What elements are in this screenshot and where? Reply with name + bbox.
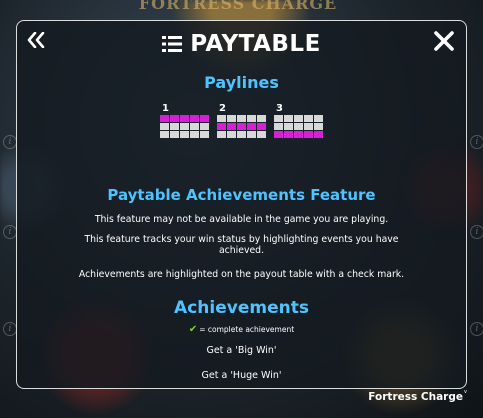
payline-cell-active [200, 115, 209, 122]
payline-number: 3 [276, 103, 283, 114]
payline-cell [190, 131, 199, 138]
payline-cell [314, 115, 323, 122]
payline-cell [180, 123, 189, 130]
close-x-icon [434, 31, 454, 51]
payline-cell [160, 123, 169, 130]
payline-cell [247, 115, 256, 122]
dialog-header: PAYTABLE [17, 31, 466, 57]
achievement-legend: ✔ = complete achievement [17, 324, 466, 335]
feature-availability-text: This feature may not be available in the… [94, 214, 389, 225]
payline-cell-active [237, 123, 246, 130]
background-info-icon: i [470, 135, 483, 149]
payline-grid [217, 115, 266, 138]
payline-cell [237, 131, 246, 138]
payline-cell [257, 131, 266, 138]
payline-cell [227, 115, 236, 122]
feature-highlight-text: Achievements are highlighted on the payo… [78, 269, 405, 280]
payline-1: 1 [160, 104, 209, 138]
payline-cell [284, 123, 293, 130]
payline-cell-active [227, 123, 236, 130]
payline-cell-active [190, 115, 199, 122]
payline-cell-active [304, 131, 313, 138]
payline-cell [304, 115, 313, 122]
payline-cell [170, 131, 179, 138]
background-info-icon: i [470, 225, 483, 239]
payline-cell [180, 131, 189, 138]
background-info-icon: i [470, 322, 483, 336]
version-marker: v [464, 389, 467, 395]
payline-cell [274, 123, 283, 130]
paylines-heading: Paylines [204, 73, 279, 92]
background-info-icon: i [3, 322, 17, 336]
check-mark-icon: ✔ [188, 324, 198, 335]
legend-text: = complete achievement [199, 325, 295, 334]
payline-cell [200, 131, 209, 138]
payline-cell [284, 115, 293, 122]
payline-cell [217, 115, 226, 122]
payline-cell [294, 123, 303, 130]
payline-cell [237, 115, 246, 122]
payline-cell [170, 123, 179, 130]
payline-2: 2 [217, 104, 266, 138]
payline-3: 3 [274, 104, 323, 138]
payline-cell [314, 123, 323, 130]
achievement-item: Get a 'Big Win' [206, 345, 277, 356]
payline-cell [294, 115, 303, 122]
background-game-logo: FORTRESS CHARGE [138, 0, 338, 13]
game-name-label: Fortress Charge [368, 391, 463, 403]
payline-cell-active [170, 115, 179, 122]
payline-cell [160, 131, 169, 138]
achievements-feature-heading: Paytable Achievements Feature [107, 186, 376, 204]
payline-cell-active [294, 131, 303, 138]
payline-cell [227, 131, 236, 138]
payline-cell-active [180, 115, 189, 122]
paytable-content[interactable]: Paylines 1 2 3 Paytable Achievements Featu… [17, 73, 466, 388]
payline-cell-active [257, 123, 266, 130]
payline-cell-active [314, 131, 323, 138]
feature-tracking-text: This feature tracks your win status by h… [84, 234, 399, 256]
paytable-dialog: PAYTABLE Paylines 1 2 3 Paytable Achieveme… [16, 20, 467, 389]
payline-cell-active [160, 115, 169, 122]
payline-number: 2 [219, 103, 226, 114]
payline-cell [274, 115, 283, 122]
payline-cell-active [284, 131, 293, 138]
payline-cell [257, 115, 266, 122]
background-info-icon: i [3, 225, 17, 239]
page-title: PAYTABLE [190, 31, 321, 57]
payline-cell-active [247, 123, 256, 130]
achievements-heading: Achievements [174, 298, 309, 318]
payline-cell-active [217, 123, 226, 130]
payline-cell-active [274, 131, 283, 138]
payline-grid [160, 115, 209, 138]
payline-cell [190, 123, 199, 130]
hamburger-menu-icon [162, 36, 183, 52]
payline-cell [304, 123, 313, 130]
payline-number: 1 [162, 103, 169, 114]
payline-grid [274, 115, 323, 138]
payline-cell [247, 131, 256, 138]
payline-cell [200, 123, 209, 130]
achievement-item: Get a 'Huge Win' [201, 370, 282, 381]
paylines-list: 1 2 3 [17, 104, 466, 138]
close-button[interactable] [432, 29, 456, 53]
payline-cell [217, 131, 226, 138]
background-info-icon: i [3, 135, 17, 149]
